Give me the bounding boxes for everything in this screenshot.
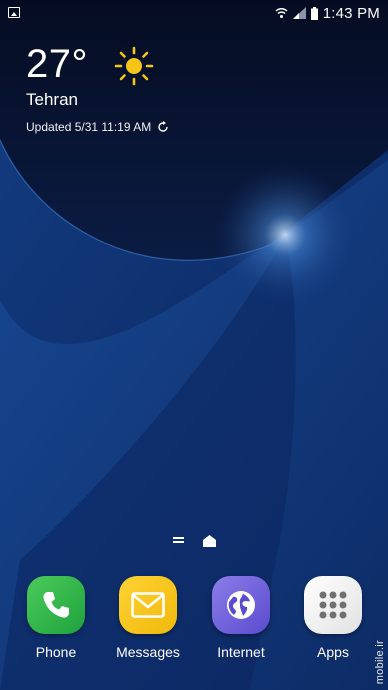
- grid-icon: [319, 591, 347, 619]
- phone-app-icon[interactable]: [27, 576, 85, 634]
- status-bar: 1:43 PM: [0, 0, 388, 26]
- app-apps[interactable]: Apps: [293, 576, 373, 660]
- signal-icon: [292, 7, 306, 19]
- updated-text: Updated 5/31 11:19 AM: [26, 120, 152, 134]
- apps-label: Apps: [317, 644, 349, 660]
- refresh-icon[interactable]: [157, 121, 169, 133]
- page-indicator: [0, 533, 388, 549]
- gallery-notification-icon[interactable]: [8, 7, 20, 18]
- status-time: 1:43 PM: [322, 4, 380, 22]
- watermark: mobile.ir: [374, 639, 386, 684]
- battery-icon: [310, 6, 318, 20]
- globe-icon: [227, 591, 255, 619]
- apps-app-icon[interactable]: [304, 576, 362, 634]
- wifi-icon: [275, 8, 288, 18]
- city-name: Tehran: [26, 90, 78, 109]
- envelope-icon: [131, 592, 165, 618]
- updated-row: Updated 5/31 11:19 AM: [26, 120, 169, 134]
- phone-icon: [43, 592, 69, 618]
- weather-widget[interactable]: 27° Tehran Updated 5/31 11:19 AM: [26, 42, 169, 134]
- messages-label: Messages: [116, 644, 180, 660]
- status-icons: 1:43 PM: [275, 4, 380, 22]
- app-messages[interactable]: Messages: [108, 576, 188, 660]
- home-page-indicator-icon[interactable]: [203, 535, 216, 547]
- internet-app-icon[interactable]: [212, 576, 270, 634]
- messages-app-icon[interactable]: [119, 576, 177, 634]
- menu-page-indicator[interactable]: [173, 537, 184, 545]
- app-phone[interactable]: Phone: [16, 576, 96, 660]
- app-internet[interactable]: Internet: [201, 576, 281, 660]
- phone-label: Phone: [35, 644, 77, 660]
- sun-icon: [114, 46, 154, 86]
- dock: Phone Messages Internet Apps: [0, 576, 388, 666]
- internet-label: Internet: [217, 644, 265, 660]
